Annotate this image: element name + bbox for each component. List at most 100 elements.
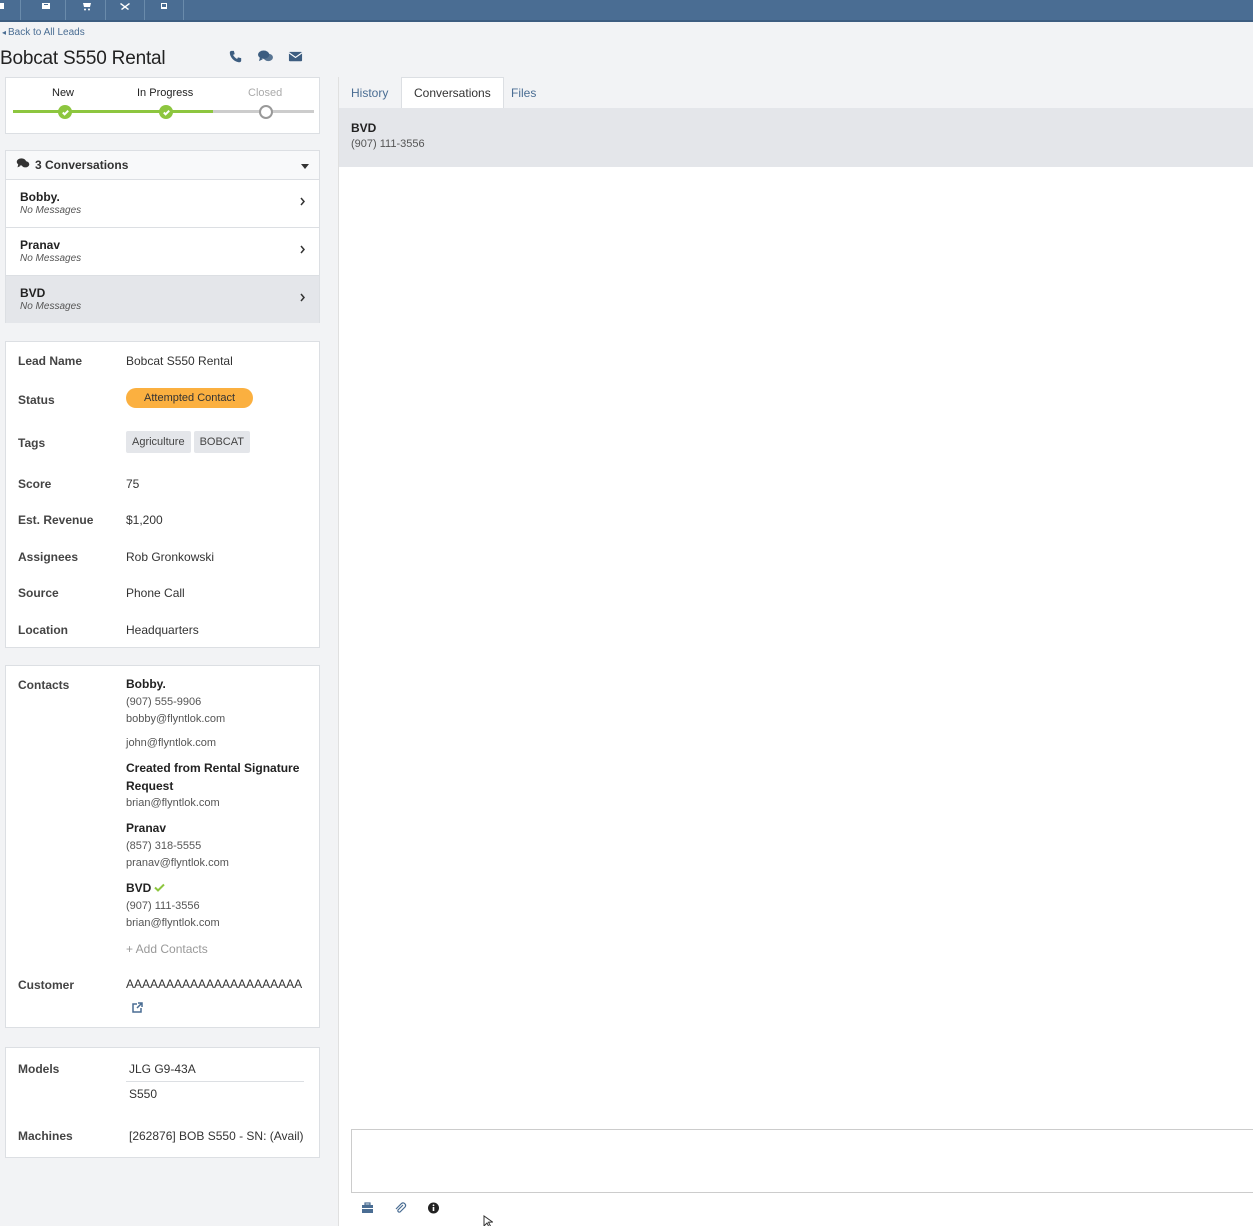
chevron-right-icon [300, 291, 305, 305]
email-icon[interactable] [288, 50, 303, 66]
chat-icon [16, 158, 35, 172]
models-panel: Models JLG G9-43A S550 Machines [262876]… [5, 1047, 320, 1158]
stage-label-new: New [52, 87, 75, 99]
mouse-cursor-icon [483, 1215, 494, 1226]
contact-name: BVD [126, 881, 152, 895]
chevron-right-icon [300, 243, 305, 257]
contact-name: Bobby. [126, 677, 166, 691]
models-label: Models [18, 1062, 60, 1076]
caret-left-icon: ◂ [2, 28, 7, 37]
contact-email[interactable]: pranav@flyntlok.com [126, 855, 316, 873]
phone-icon[interactable] [228, 50, 243, 66]
conversation-item-bobby[interactable]: Bobby. No Messages [6, 180, 319, 228]
contact-phone[interactable]: (907) 111-3556 [126, 898, 316, 916]
caret-down-icon[interactable] [301, 158, 309, 172]
contact-phone[interactable]: (907) 555-9906 [126, 694, 316, 712]
contact-email[interactable]: brian@flyntlok.com [126, 915, 316, 933]
tools-icon [119, 0, 131, 14]
lead-name-label: Lead Name [18, 354, 83, 368]
contact-phone[interactable]: (857) 318-5555 [126, 838, 316, 856]
chat-icon[interactable] [258, 50, 273, 66]
conversation-name: BVD [20, 286, 46, 300]
divider [126, 1081, 304, 1082]
source-label: Source [18, 586, 59, 600]
tag[interactable]: BOBCAT [193, 431, 250, 453]
score-value: 75 [126, 477, 140, 491]
title-actions [228, 50, 303, 66]
add-contacts-button[interactable]: + Add Contacts [126, 942, 208, 956]
assignees-value: Rob Gronkowski [126, 550, 215, 564]
cart-icon [80, 0, 92, 14]
contact-bvd: BVD (907) 111-3556 brian@flyntlok.com [126, 880, 316, 933]
contact-email[interactable]: john@flyntlok.com [126, 735, 316, 753]
status-value: Attempted Contact [126, 388, 254, 408]
edit-icon [40, 0, 52, 14]
message-tools [361, 1202, 440, 1217]
machines-label: Machines [18, 1129, 73, 1143]
conversation-header: BVD (907) 111-3556 [339, 108, 1253, 167]
check-icon [162, 109, 170, 116]
contact-email[interactable]: brian@flyntlok.com [126, 795, 316, 813]
assignees-label: Assignees [18, 550, 79, 564]
tab-conversations[interactable]: Conversations [401, 77, 504, 108]
revenue-value: $1,200 [126, 513, 163, 527]
contact-bobby: Bobby. (907) 555-9906 bobby@flyntlok.com [126, 676, 316, 729]
location-value: Headquarters [126, 623, 199, 637]
contacts-panel: Contacts Bobby. (907) 555-9906 bobby@fly… [5, 665, 320, 1028]
model-item: S550 [129, 1087, 158, 1101]
conversation-status: No Messages [20, 301, 82, 312]
message-input[interactable] [351, 1129, 1253, 1193]
check-icon [151, 881, 166, 895]
page-title: Bobcat S550 Rental [0, 48, 166, 69]
tag[interactable]: Agriculture [126, 431, 191, 453]
back-link-label: Back to All Leads [8, 27, 85, 38]
model-item: JLG G9-43A [129, 1062, 196, 1076]
toolbar-tools-button[interactable] [106, 0, 145, 20]
check-icon [61, 109, 69, 116]
conversation-name: Bobby. [20, 190, 60, 204]
top-toolbar [0, 0, 1253, 22]
tab-files[interactable]: Files [499, 77, 548, 108]
contact-name: Created from Rental Signature Request [126, 761, 300, 793]
chevron-right-icon [300, 195, 305, 209]
contact-john: john@flyntlok.com [126, 735, 316, 753]
conversation-item-pranav[interactable]: Pranav No Messages [6, 228, 319, 276]
status-badge[interactable]: Attempted Contact [126, 388, 254, 408]
conversation-contact-name: BVD [351, 121, 377, 135]
stage-label-in-progress: In Progress [137, 87, 194, 99]
stage-new[interactable] [58, 105, 72, 119]
source-value: Phone Call [126, 586, 185, 600]
back-to-leads-link[interactable]: ◂ Back to All Leads [2, 27, 85, 38]
toolbar-clipboard-button[interactable] [145, 0, 184, 20]
tab-history[interactable]: History [339, 77, 400, 108]
external-link-icon[interactable] [132, 1002, 143, 1016]
paperclip-icon[interactable] [394, 1202, 407, 1217]
toolbar-cart-button[interactable] [67, 0, 106, 20]
lead-details-panel: Lead Name Bobcat S550 Rental Status Atte… [5, 341, 320, 648]
conversation-status: No Messages [20, 253, 82, 264]
pipeline-track-done [13, 110, 213, 113]
customer-value: AAAAAAAAAAAAAAAAAAAAAA [126, 977, 303, 991]
conversations-header[interactable]: 3 Conversations [6, 151, 319, 180]
info-icon[interactable] [427, 1202, 440, 1217]
file-icon [0, 0, 7, 14]
tags-value: Agriculture BOBCAT [126, 431, 253, 453]
contacts-label: Contacts [18, 678, 70, 692]
stage-closed[interactable] [259, 105, 273, 119]
revenue-label: Est. Revenue [18, 513, 94, 527]
toolbar-edit-button[interactable] [27, 0, 66, 20]
stage-in-progress[interactable] [159, 105, 173, 119]
conversation-name: Pranav [20, 238, 61, 252]
conversation-pane: History Conversations Files BVD (907) 11… [338, 77, 1253, 1226]
tags-label: Tags [18, 436, 46, 450]
contact-name-row: BVD [126, 880, 316, 898]
status-label: Status [18, 393, 55, 407]
conversation-item-bvd[interactable]: BVD No Messages [6, 276, 319, 323]
lead-name-value: Bobcat S550 Rental [126, 354, 233, 368]
score-label: Score [18, 477, 52, 491]
toolbar-file-button[interactable] [0, 0, 21, 20]
pipeline-panel: New In Progress Closed [5, 77, 320, 134]
contact-pranav: Pranav (857) 318-5555 pranav@flyntlok.co… [126, 820, 316, 873]
contact-email[interactable]: bobby@flyntlok.com [126, 711, 316, 729]
briefcase-icon[interactable] [361, 1202, 374, 1217]
